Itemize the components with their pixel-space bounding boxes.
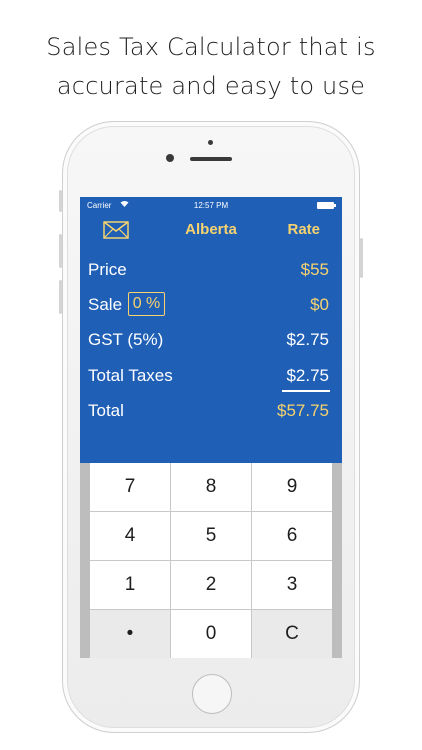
headline-line-1: Sales Tax Calculator that is [46, 33, 376, 61]
total-row: Total $57.75 [80, 396, 342, 426]
volume-up-button [59, 234, 62, 268]
total-taxes-value: $2.75 [286, 366, 329, 385]
key-decimal[interactable]: • [90, 610, 170, 658]
key-7[interactable]: 7 [90, 463, 170, 511]
key-3[interactable]: 3 [252, 561, 332, 609]
key-5[interactable]: 5 [171, 512, 251, 560]
total-taxes-row: Total Taxes $2.75 [80, 361, 342, 392]
earpiece-speaker [190, 157, 232, 161]
key-8[interactable]: 8 [171, 463, 251, 511]
front-camera [166, 154, 174, 162]
sale-value: $0 [310, 295, 329, 314]
numeric-keypad: 7 8 9 4 5 6 1 2 3 • 0 C [80, 463, 342, 658]
proximity-sensor [208, 140, 213, 145]
rate-button[interactable]: Rate [287, 221, 320, 238]
key-9[interactable]: 9 [252, 463, 332, 511]
key-0[interactable]: 0 [171, 610, 251, 658]
total-value: $57.75 [277, 401, 329, 420]
home-button[interactable] [192, 674, 232, 714]
key-4[interactable]: 4 [90, 512, 170, 560]
status-time: 12:57 PM [193, 201, 229, 210]
sale-row: Sale 0 % $0 [80, 290, 342, 320]
total-label: Total [88, 401, 124, 420]
volume-down-button [59, 280, 62, 314]
key-1[interactable]: 1 [90, 561, 170, 609]
gst-label: GST (5%) [88, 330, 164, 349]
gst-row: GST (5%) $2.75 [80, 325, 342, 355]
battery-icon [317, 202, 336, 209]
total-taxes-underline [282, 390, 330, 392]
mute-switch [59, 190, 62, 212]
price-value[interactable]: $55 [301, 260, 329, 280]
sale-label: Sale [88, 295, 123, 314]
power-button [360, 238, 363, 278]
key-2[interactable]: 2 [171, 561, 251, 609]
headline: Sales Tax Calculator that is accurate an… [0, 28, 422, 106]
key-6[interactable]: 6 [252, 512, 332, 560]
key-clear[interactable]: C [252, 610, 332, 658]
total-taxes-label: Total Taxes [88, 366, 173, 385]
status-bar: Carrier 12:57 PM [80, 197, 342, 215]
nav-bar: Alberta Rate [80, 215, 342, 245]
price-row[interactable]: Price $55 [80, 255, 342, 285]
headline-line-2: accurate and easy to use [56, 72, 366, 100]
sale-percent-field[interactable]: 0 % [128, 292, 165, 316]
price-label: Price [88, 260, 127, 279]
app-screen: Carrier 12:57 PM Alberta Rate Price $55 … [80, 197, 342, 658]
gst-value: $2.75 [286, 330, 329, 349]
